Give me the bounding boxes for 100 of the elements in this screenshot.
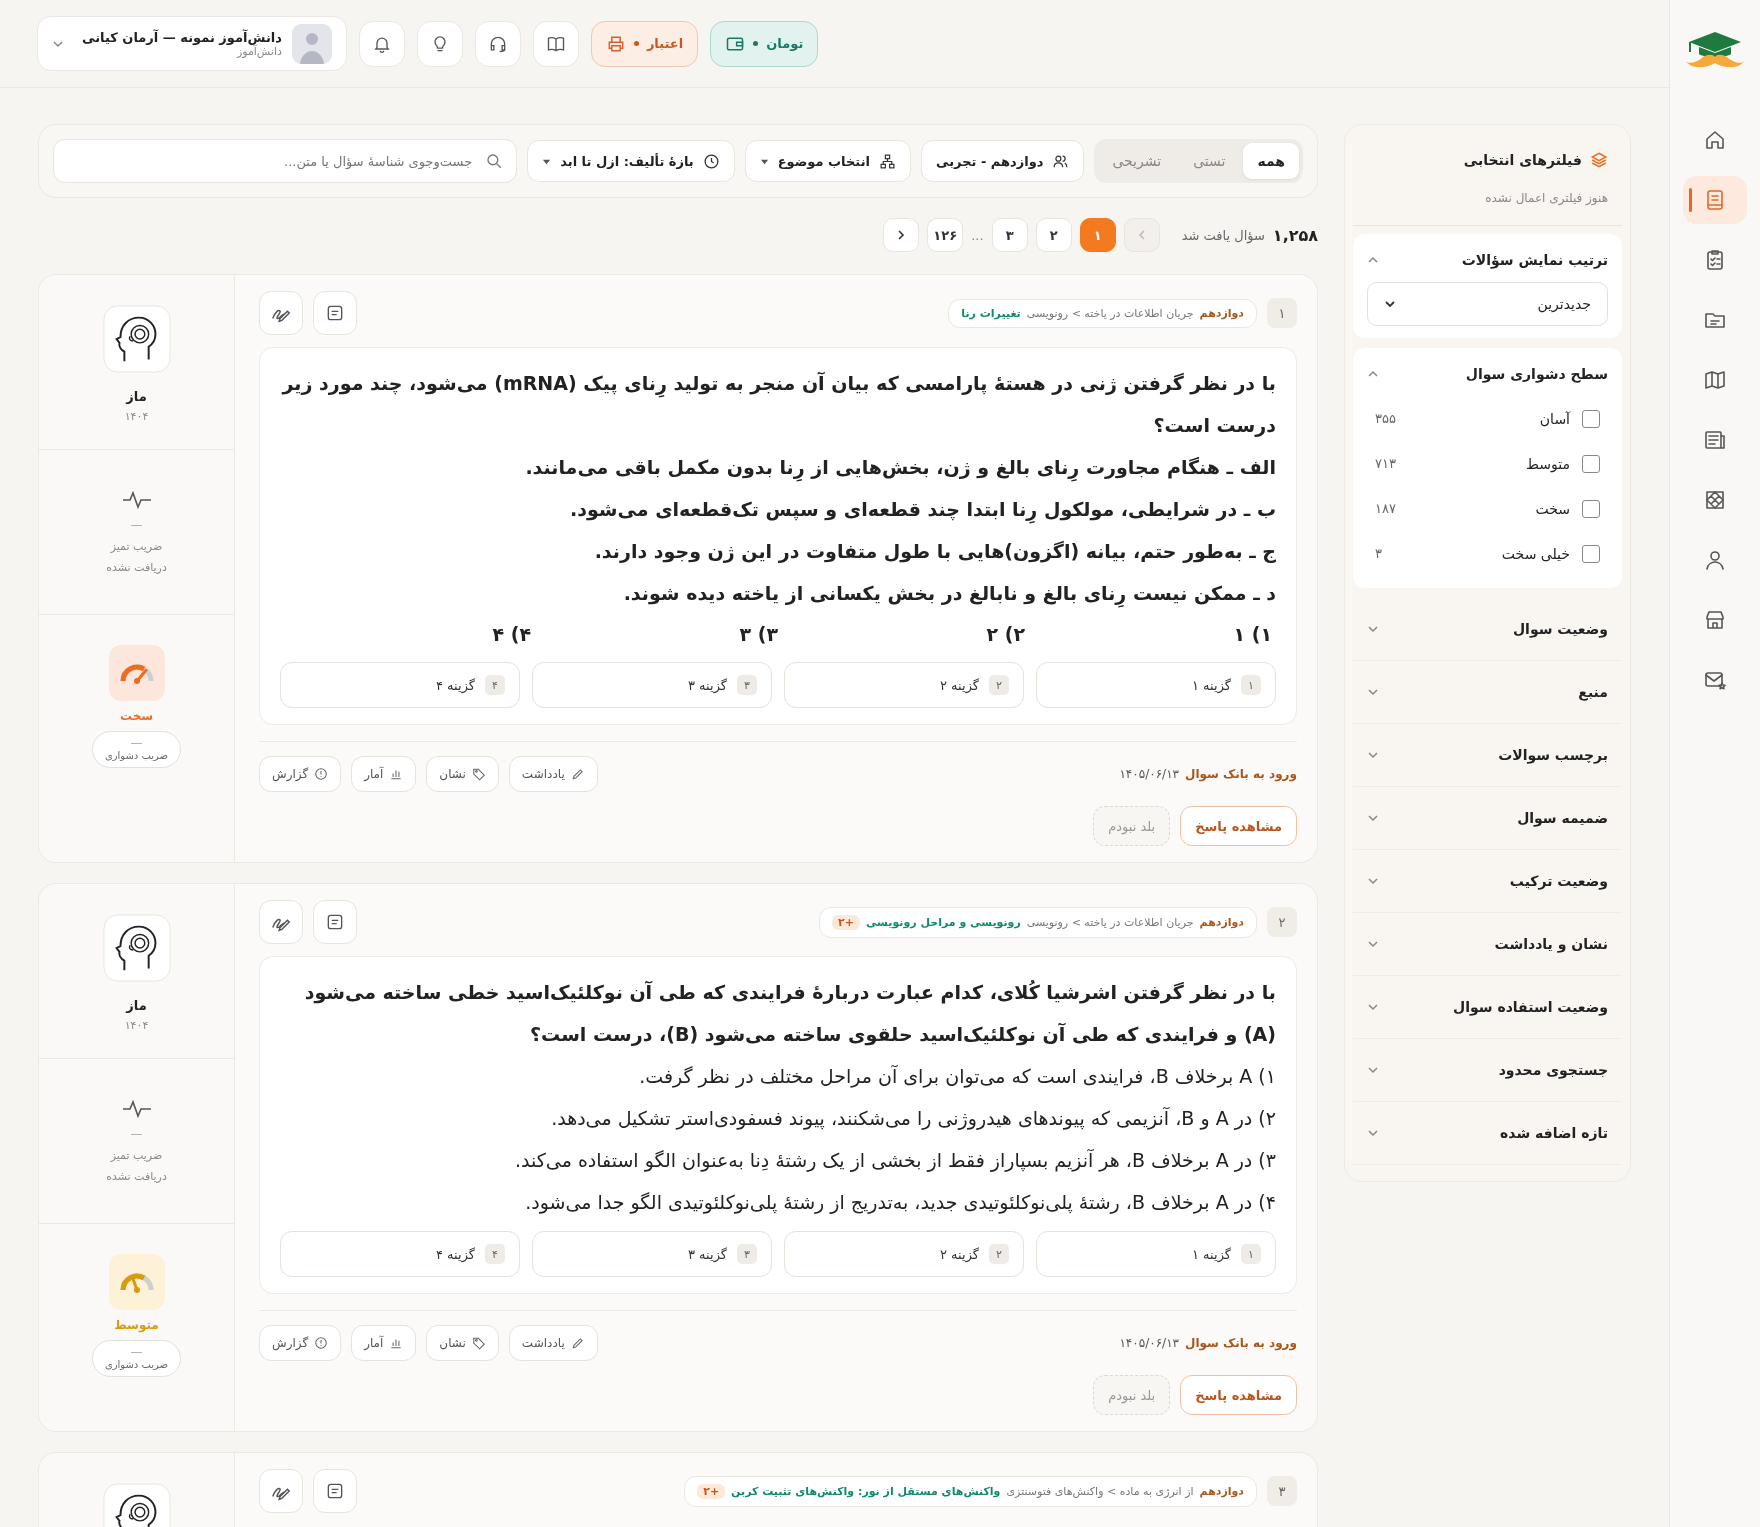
choice-button[interactable]: ۳ گزینه ۳	[532, 662, 772, 708]
filter-section[interactable]: برچسب سوالات	[1353, 724, 1622, 787]
checkbox[interactable]	[1582, 454, 1600, 473]
author-name: ماز	[126, 389, 147, 404]
topic-label: واکنش‌های مستقل از نور: واکنش‌های تثبیت کربن	[731, 1484, 1001, 1498]
difficulty-value: —	[130, 736, 143, 750]
note-button[interactable]	[313, 900, 357, 944]
notification-button[interactable]	[358, 20, 405, 67]
draw-button[interactable]	[259, 1469, 303, 1513]
checkbox[interactable]	[1582, 409, 1600, 428]
answer-key-text: ۳) ۳	[738, 622, 778, 647]
action-button[interactable]: آمار	[351, 1325, 417, 1361]
option-count: ۷۱۳	[1375, 456, 1396, 471]
choice-button[interactable]: ۲ گزینه ۲	[784, 662, 1024, 708]
sort-select[interactable]: جدیدترین	[1367, 282, 1608, 326]
filter-section[interactable]: تازه اضافه شده	[1353, 1102, 1622, 1165]
grade-dropdown[interactable]: دوازدهم - تجربی	[921, 140, 1085, 182]
search-field[interactable]: جست‌وجوی شناسهٔ سؤال یا متن...	[53, 139, 518, 183]
option-count: ۳	[1375, 546, 1382, 561]
pagination-ellipsis: ...	[971, 227, 984, 243]
topic-dropdown[interactable]: انتخاب موضوع	[744, 140, 911, 182]
action-button[interactable]: آمار	[351, 756, 417, 792]
author-name: ماز	[126, 998, 147, 1013]
user-icon	[1703, 548, 1727, 572]
pencil-icon	[570, 767, 585, 781]
type-tab[interactable]: همه	[1243, 143, 1299, 179]
question-text: ۲) در A و B، آنزیمی که پیوندهای هیدروژنی را می‌شکنند، پیوند فسفودی‌استر تشکیل می‌دهد.	[550, 1106, 1276, 1132]
tips-button[interactable]	[416, 20, 463, 67]
entry-label: ورود به بانک سوال	[1185, 1336, 1297, 1350]
hierarchy-icon	[879, 152, 896, 170]
results-count: ۱,۲۵۸	[1272, 225, 1318, 245]
filter-section[interactable]: منبع	[1353, 661, 1622, 724]
option-count: ۳۵۵	[1375, 411, 1396, 426]
library-button[interactable]	[532, 20, 579, 67]
page-button[interactable]: ۲	[1035, 218, 1072, 252]
choice-button[interactable]: ۱ گزینه ۱	[1036, 1231, 1276, 1277]
draw-button[interactable]	[259, 291, 303, 335]
checkbox[interactable]	[1582, 499, 1600, 518]
home-icon	[1703, 128, 1727, 152]
filter-section[interactable]: جستجوی محدود	[1353, 1039, 1622, 1102]
head-profile-icon	[102, 914, 171, 982]
pattern-icon	[1703, 488, 1727, 512]
checkbox[interactable]	[1582, 544, 1600, 563]
difficulty-caption: ضریب دشواری	[104, 750, 169, 761]
head-profile-icon	[102, 305, 171, 373]
chevron-icon	[1367, 1127, 1379, 1139]
choice-button[interactable]: ۴ گزینه ۴	[280, 1231, 520, 1277]
more-topics-badge: +۲	[832, 914, 860, 930]
action-button[interactable]: نشان	[426, 1325, 499, 1361]
wallet-button[interactable]: تومان	[710, 20, 819, 67]
action-button[interactable]: گزارش	[259, 756, 342, 792]
avatar-silhouette	[291, 23, 332, 64]
note-button[interactable]	[313, 291, 357, 335]
more-topics-badge: +۲	[697, 1483, 726, 1499]
chevron-icon	[1367, 938, 1379, 950]
question-text: الف ـ هنگام مجاورت رِنای بالغ و ژن، بخش‌هایی از رِنا بدون مکمل باقی می‌مانند.	[280, 446, 1276, 488]
action-button[interactable]: یادداشت	[508, 1325, 598, 1361]
filter-section[interactable]: وضعیت استفاده سوال	[1353, 976, 1622, 1039]
draw-button[interactable]	[259, 900, 303, 944]
filter-section[interactable]: ضمیمه سوال	[1353, 787, 1622, 850]
action-button[interactable]: یادداشت	[508, 756, 598, 792]
answer-key-text: ۴) ۴	[491, 622, 531, 647]
chevron-icon	[1367, 875, 1379, 887]
rail-button[interactable]	[1683, 176, 1747, 224]
choice-button[interactable]: ۳ گزینه ۳	[532, 1231, 772, 1277]
chevron-down-icon	[1384, 298, 1396, 310]
choice-button[interactable]: ۱ گزینه ۱	[1036, 662, 1276, 708]
period-dropdown[interactable]: بازهٔ تألیف: ازل تا ابد	[527, 140, 735, 182]
note-button[interactable]	[313, 1469, 357, 1513]
document-icon	[325, 1481, 345, 1501]
action-button[interactable]: نشان	[426, 756, 499, 792]
grade-label: دوازدهم	[1199, 915, 1244, 929]
author-year: ۱۴۰۴	[124, 410, 149, 423]
show-answer-button[interactable]: مشاهده پاسخ	[1180, 806, 1297, 846]
info-icon	[314, 1336, 329, 1350]
choice-button[interactable]: ۲ گزینه ۲	[784, 1231, 1024, 1277]
question-text: ۴) در A برخلاف B، رشتهٔ پلی‌نوکلئوتیدی جدید، به‌تدریج از رشتهٔ پلی‌نوکلئوتیدی الگو جدا می‌شود.	[524, 1190, 1276, 1216]
filter-section[interactable]: نشان و یادداشت	[1353, 913, 1622, 976]
choice-button[interactable]: ۴ گزینه ۴	[280, 662, 520, 708]
question-number: ۲	[1267, 907, 1297, 937]
filter-section[interactable]: وضعیت ترکیب	[1353, 850, 1622, 913]
chevron-icon	[1367, 749, 1379, 761]
filter-section[interactable]: وضعیت سوال	[1353, 598, 1622, 661]
page-button[interactable]: ۱۲۶	[927, 218, 964, 252]
search-icon	[485, 152, 504, 170]
section-header[interactable]: ترتیب نمایش سؤالات	[1367, 238, 1608, 282]
grade-label: دوازدهم	[1199, 306, 1244, 320]
results-label: سؤال یافت شد	[1181, 227, 1265, 243]
section-header[interactable]: سطح دشواری سوال	[1367, 352, 1608, 396]
support-button[interactable]	[474, 20, 521, 67]
user-menu[interactable]: دانش‌آموز نمونه — آرمان کیانی دانش‌آموز	[37, 16, 347, 71]
question-text: ب ـ در شرایطی، مولکول رِنا ابتدا چند قطعه‌ای و سپس تک‌قطعه‌ای می‌شود.	[280, 488, 1276, 530]
show-answer-button[interactable]: مشاهده پاسخ	[1180, 1375, 1297, 1415]
document-icon	[325, 303, 345, 323]
chevron-icon	[1367, 1001, 1379, 1013]
discrimination-label: ضریب تمیز	[110, 540, 163, 553]
credit-button[interactable]: اعتبار	[590, 20, 699, 67]
action-button[interactable]: گزارش	[259, 1325, 342, 1361]
filters-status: هنوز فیلتری اعمال نشده	[1353, 169, 1622, 226]
page-button[interactable]: ۳	[991, 218, 1028, 252]
